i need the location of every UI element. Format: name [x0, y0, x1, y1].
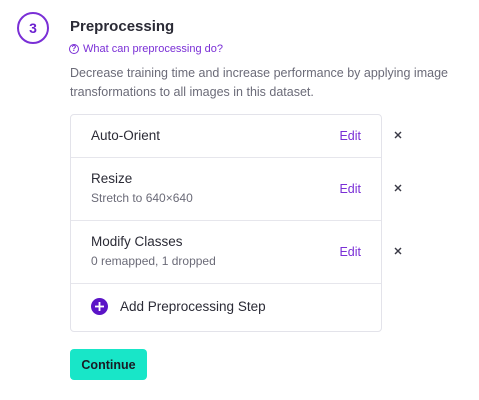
step-title: Resize — [91, 171, 133, 186]
remove-resize-button[interactable] — [392, 182, 404, 194]
step-subtitle: Stretch to 640×640 — [91, 191, 193, 205]
list-item-resize: Resize Stretch to 640×640 Edit — [71, 158, 381, 221]
add-step-label: Add Preprocessing Step — [120, 299, 266, 314]
help-link-label: What can preprocessing do? — [83, 43, 224, 55]
close-icon — [394, 184, 402, 192]
remove-auto-orient-button[interactable] — [392, 129, 404, 141]
question-circle-icon: ? — [69, 44, 79, 54]
edit-resize-button[interactable]: Edit — [339, 182, 361, 196]
plus-circle-icon — [91, 298, 108, 315]
list-item-modify-classes: Modify Classes 0 remapped, 1 dropped Edi… — [71, 221, 381, 284]
edit-modify-classes-button[interactable]: Edit — [339, 245, 361, 259]
step-number-badge: 3 — [17, 12, 49, 44]
section-title: Preprocessing — [70, 18, 175, 35]
edit-auto-orient-button[interactable]: Edit — [339, 129, 361, 143]
help-link[interactable]: ? What can preprocessing do? — [69, 43, 223, 55]
preprocessing-steps-list: Auto-Orient Edit Resize Stretch to 640×6… — [70, 114, 382, 332]
step-number: 3 — [29, 20, 37, 36]
remove-modify-classes-button[interactable] — [392, 245, 404, 257]
plus-icon — [95, 302, 104, 311]
close-icon — [394, 131, 402, 139]
section-description: Decrease training time and increase perf… — [70, 66, 448, 99]
continue-button[interactable]: Continue — [70, 349, 147, 380]
step-subtitle: 0 remapped, 1 dropped — [91, 254, 216, 268]
preprocessing-section: 3 Preprocessing ? What can preprocessing… — [0, 0, 479, 400]
add-preprocessing-step-button[interactable]: Add Preprocessing Step — [91, 298, 266, 315]
close-icon — [394, 247, 402, 255]
step-title: Modify Classes — [91, 234, 183, 249]
list-item-auto-orient: Auto-Orient Edit — [71, 115, 381, 158]
step-title: Auto-Orient — [91, 128, 161, 143]
